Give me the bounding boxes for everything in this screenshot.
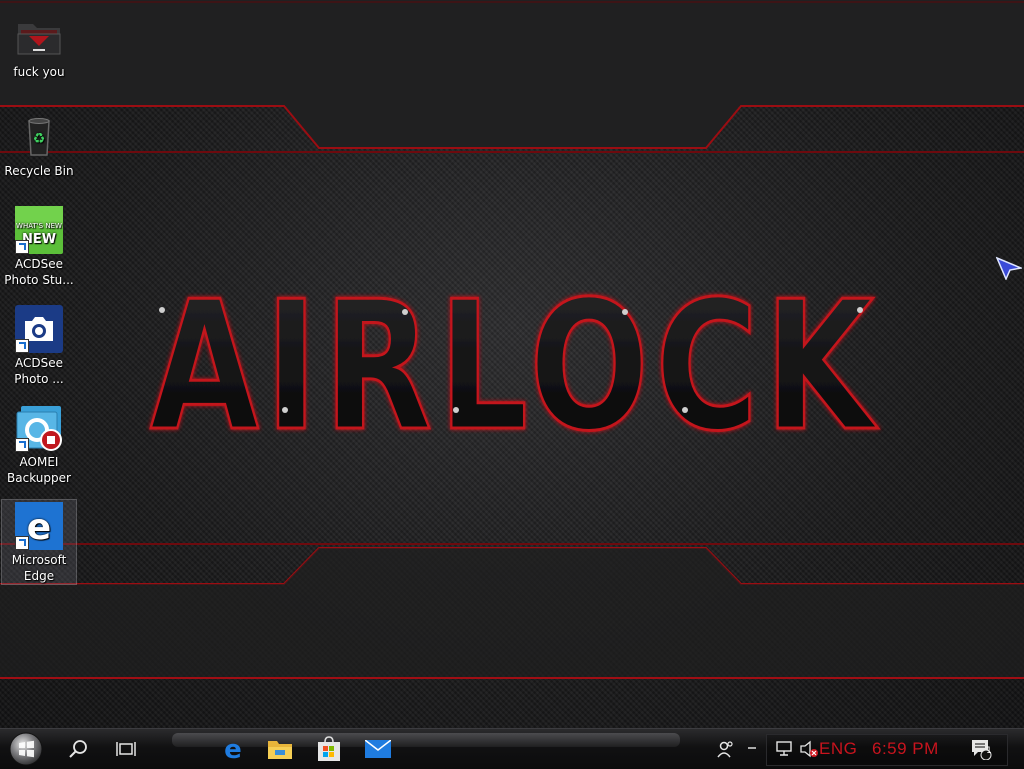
taskbar[interactable]: e ENG 6:59 PM 1 <box>0 728 1024 769</box>
input-language-indicator[interactable]: ENG <box>819 729 857 769</box>
search-button[interactable] <box>58 729 98 769</box>
edge-icon: e <box>224 736 242 762</box>
wallpaper-logo: AIRLOCK <box>149 278 880 458</box>
start-button[interactable] <box>6 729 46 769</box>
taskbar-app-file-explorer[interactable] <box>259 729 301 769</box>
wallpaper-bottom-plate <box>0 543 1024 679</box>
shortcut-arrow-icon <box>15 339 29 353</box>
tray-overflow-chevron-icon[interactable] <box>748 747 756 749</box>
start-orb-icon <box>9 732 43 766</box>
desktop-icon-recycle-bin[interactable]: ♻ Recycle Bin <box>2 111 76 179</box>
desktop-icon-label: Recycle Bin <box>4 164 74 178</box>
search-icon <box>69 740 87 758</box>
volume-muted-icon <box>800 740 818 758</box>
desktop-icon-fuck-you[interactable]: fuck you <box>2 12 76 80</box>
taskbar-app-edge[interactable]: e <box>212 729 254 769</box>
svg-text:e: e <box>27 507 51 548</box>
taskbar-app-mail[interactable] <box>357 729 399 769</box>
wallpaper-logo-text: AIRLOCK <box>150 278 880 458</box>
shortcut-arrow-icon <box>15 536 29 550</box>
desktop-icon-aomei-backupper[interactable]: AOMEI Backupper <box>2 402 76 486</box>
people-icon <box>717 741 733 758</box>
mail-icon <box>365 740 391 758</box>
store-icon <box>318 736 340 761</box>
shortcut-arrow-icon <box>15 240 29 254</box>
desktop-icon-microsoft-edge[interactable]: e Microsoft Edge <box>1 499 77 585</box>
desktop-icon-label: Microsoft Edge <box>11 553 67 583</box>
network-icon <box>776 741 792 756</box>
svg-text:♻: ♻ <box>33 131 46 147</box>
desktop-icon-acdsee-photo-studio[interactable]: WHAT'S NEW NEW ACDSee Photo Stu... <box>2 204 76 288</box>
desktop-icon-label: ACDSee Photo Stu... <box>4 257 74 287</box>
taskbar-app-store[interactable] <box>308 729 350 769</box>
mouse-cursor-icon <box>996 256 1022 280</box>
clock[interactable]: 6:59 PM <box>872 729 939 769</box>
people-button[interactable] <box>710 729 740 769</box>
acdsee-camera-icon <box>15 305 63 353</box>
notifications-count-badge: 1 <box>986 746 992 756</box>
desktop-icon-label: ACDSee Photo ... <box>14 356 64 386</box>
desktop-icon-acdsee-photo[interactable]: ACDSee Photo ... <box>2 303 76 387</box>
desktop-icon-label: fuck you <box>13 65 65 79</box>
shortcut-arrow-icon <box>15 438 29 452</box>
whats-new-badge: WHAT'S NEW <box>16 222 62 230</box>
desktop-icon-label: AOMEI Backupper <box>7 455 71 485</box>
task-view-icon <box>116 742 136 756</box>
folder-icon <box>15 14 63 62</box>
aomei-backupper-icon <box>15 404 63 452</box>
file-explorer-icon <box>268 741 292 759</box>
task-view-button[interactable] <box>106 729 146 769</box>
edge-icon: e <box>15 502 63 550</box>
recycle-bin-icon: ♻ <box>15 113 63 161</box>
svg-text:e: e <box>224 736 242 762</box>
action-center-button[interactable]: 1 <box>966 729 996 769</box>
wallpaper-top-plate <box>0 0 1024 153</box>
desktop[interactable]: AIRLOCK fuck you ♻ Recycle Bin WHAT'S NE… <box>0 0 1024 728</box>
acdsee-whats-new-icon: WHAT'S NEW NEW <box>15 206 63 254</box>
volume-button[interactable] <box>798 729 820 769</box>
network-button[interactable] <box>774 729 796 769</box>
